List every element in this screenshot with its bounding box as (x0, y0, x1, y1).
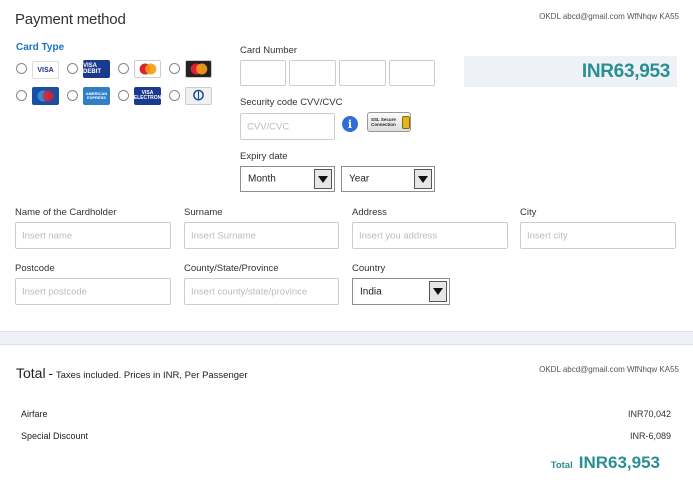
padlock-icon (402, 115, 410, 129)
expiry-month-select[interactable]: Month (240, 166, 335, 192)
amount-value: INR63,953 (581, 61, 670, 82)
cardholder-input[interactable]: Insert name (15, 222, 171, 249)
mastercard-logo-icon (185, 60, 212, 78)
postcode-input[interactable]: Insert postcode (15, 278, 171, 305)
visa-logo-icon: VISA (32, 61, 59, 79)
card-type-label: Card Type (16, 42, 65, 53)
cvv-input[interactable]: CVV/CVC (240, 113, 335, 140)
expiry-year-select[interactable]: Year (341, 166, 435, 192)
grand-total-label: Total (550, 460, 573, 471)
total-heading: Total - Taxes included. Prices in INR, P… (16, 365, 247, 381)
postcode-label: Postcode (15, 263, 55, 274)
chevron-down-icon[interactable] (429, 281, 447, 302)
cardholder-label: Name of the Cardholder (15, 207, 117, 218)
cvv-placeholder: CVV/CVC (247, 121, 290, 132)
county-label: County/State/Province (184, 263, 279, 274)
diners-club-logo-icon (185, 87, 212, 105)
card-number-input-4[interactable] (389, 60, 435, 86)
card-radio-maestro[interactable] (118, 63, 129, 74)
grand-total-amount: INR63,953 (578, 453, 660, 472)
card-number-input-2[interactable] (289, 60, 336, 86)
card-radio-amex[interactable] (67, 90, 78, 101)
section-divider (0, 331, 693, 345)
expiry-month-value: Month (248, 173, 276, 185)
grand-total: Total INR63,953 (551, 453, 660, 473)
postcode-placeholder: Insert postcode (22, 286, 87, 297)
country-label: Country (352, 263, 386, 274)
discount-label: Special Discount (21, 431, 89, 441)
total-subtitle: Taxes included. Prices in INR, Per Passe… (55, 370, 248, 381)
total-dash: - (48, 365, 54, 381)
card-radio-visa-debit[interactable] (67, 63, 78, 74)
booking-reference: OKDL abcd@gmail.com WfNhqw KA55 (539, 12, 679, 21)
expiry-label: Expiry date (240, 151, 288, 162)
card-radio-diners[interactable] (169, 90, 180, 101)
amount-box: INR63,953 (464, 56, 677, 87)
address-input[interactable]: Insert you address (352, 222, 508, 249)
maestro-blue-logo-icon (32, 87, 59, 105)
summary-reference: OKDL abcd@gmail.com WfNhqw KA55 (539, 365, 679, 374)
maestro-logo-icon (134, 60, 161, 78)
card-number-input-1[interactable] (240, 60, 286, 86)
address-placeholder: Insert you address (359, 230, 438, 241)
discount-value: INR-6,089 (629, 431, 671, 441)
chevron-down-icon[interactable] (414, 169, 432, 189)
surname-label: Surname (184, 207, 223, 218)
page-title: Payment method (15, 11, 126, 28)
card-radio-maestro-2[interactable] (16, 90, 27, 101)
city-placeholder: Insert city (527, 230, 568, 241)
amex-logo-icon: AMERICAN EXPRESS (83, 87, 110, 105)
card-radio-visa[interactable] (16, 63, 27, 74)
ssl-secure-badge: SSL Secure Connection (367, 112, 411, 132)
card-number-label: Card Number (240, 45, 298, 56)
city-input[interactable]: Insert city (520, 222, 676, 249)
expiry-year-value: Year (349, 173, 370, 185)
airfare-value: INR70,042 (627, 409, 671, 419)
country-value: India (360, 286, 382, 297)
visa-debit-logo-icon: VISA DEBIT (83, 60, 110, 78)
cardholder-placeholder: Insert name (22, 230, 73, 241)
country-select[interactable]: India (352, 278, 450, 305)
total-title: Total (16, 365, 46, 381)
info-icon[interactable]: i (342, 116, 358, 132)
county-input[interactable]: Insert county/state/province (184, 278, 339, 305)
county-placeholder: Insert county/state/province (191, 286, 308, 297)
card-radio-mastercard[interactable] (169, 63, 180, 74)
surname-placeholder: Insert Surname (191, 230, 256, 241)
surname-input[interactable]: Insert Surname (184, 222, 339, 249)
address-label: Address (352, 207, 387, 218)
chevron-down-icon[interactable] (314, 169, 332, 189)
city-label: City (520, 207, 537, 218)
ssl-secure-text: SSL Secure Connection (371, 117, 396, 127)
airfare-label: Airfare (21, 409, 48, 419)
card-number-input-3[interactable] (339, 60, 386, 86)
visa-electron-logo-icon: VISA ELECTRON (134, 87, 161, 105)
card-radio-visa-electron[interactable] (118, 90, 129, 101)
cvv-label: Security code CVV/CVC (240, 97, 343, 108)
